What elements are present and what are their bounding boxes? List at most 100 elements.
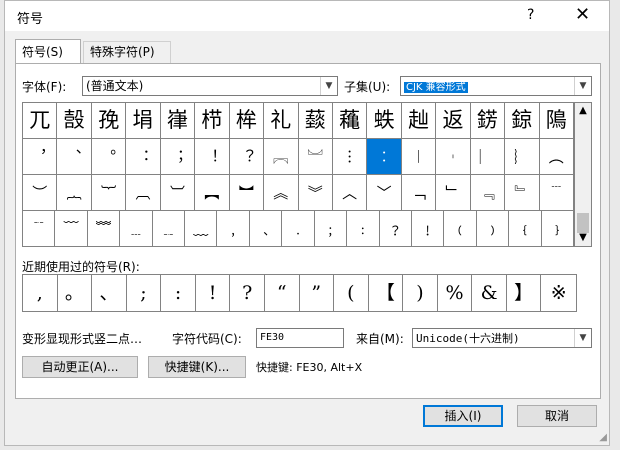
symbol-cell[interactable]: ﹀ <box>367 175 402 211</box>
from-select[interactable]: Unicode(十六进制) ▼ <box>412 328 592 348</box>
symbol-cell[interactable]: ﹖ <box>379 211 412 247</box>
symbol-cell[interactable]: ﹗ <box>411 211 445 247</box>
close-button[interactable]: ✕ <box>575 4 590 25</box>
tab-symbols[interactable]: 符号(S) <box>15 39 81 63</box>
symbol-cell[interactable]: 鍄 <box>505 103 540 139</box>
symbol-cell[interactable]: ﹐ <box>217 211 250 247</box>
symbol-cell[interactable]: ︕ <box>195 139 230 175</box>
symbol-cell[interactable]: ︴ <box>505 139 540 175</box>
symbol-cell[interactable]: 桙 <box>229 103 265 139</box>
symbol-cell[interactable]: ﹒ <box>282 211 315 247</box>
recent-symbol-cell[interactable]: ) <box>403 275 438 311</box>
cancel-button[interactable]: 取消 <box>517 405 597 427</box>
symbol-cell[interactable]: ︐ <box>23 139 58 175</box>
symbol-cell[interactable]: ︾ <box>298 175 333 211</box>
symbol-cell[interactable]: ﹃ <box>470 175 506 211</box>
symbol-cell[interactable]: ﹌ <box>87 211 121 247</box>
recent-symbol-cell[interactable]: “ <box>265 275 300 311</box>
symbol-cell[interactable]: ︷ <box>57 175 92 211</box>
shortcut-key-button[interactable]: 快捷键(K)... <box>148 356 246 378</box>
symbol-cell[interactable]: ﹉ <box>539 175 574 211</box>
recent-symbol-cell[interactable]: 】 <box>507 275 542 311</box>
symbol-cell[interactable]: ﹜ <box>541 211 574 247</box>
insert-button[interactable]: 插入(I) <box>423 405 503 427</box>
symbol-cell[interactable]: 栉 <box>195 103 230 139</box>
recent-symbol-cell[interactable]: 【 <box>369 275 404 311</box>
symbol-cell[interactable]: ﹛ <box>509 211 542 247</box>
tab-special-characters[interactable]: 特殊字符(P) <box>83 41 171 63</box>
symbol-cell[interactable]: 錺 <box>470 103 506 139</box>
scroll-up-icon[interactable]: ▲ <box>575 103 591 119</box>
symbol-cell[interactable]: ︒ <box>91 139 127 175</box>
symbol-cell[interactable]: 返 <box>436 103 471 139</box>
recent-symbol-cell[interactable]: ( <box>334 275 369 311</box>
symbol-cell[interactable]: 蛈 <box>367 103 402 139</box>
autocorrect-button[interactable]: 自动更正(A)... <box>22 356 138 378</box>
help-button[interactable]: ? <box>527 7 534 23</box>
recent-symbol-cell[interactable]: ! <box>196 275 231 311</box>
symbol-cell[interactable]: ︙ <box>332 139 368 175</box>
recent-symbol-cell[interactable]: & <box>472 275 507 311</box>
symbol-cell[interactable]: ︰ <box>367 139 402 175</box>
symbol-cell[interactable]: ﹋ <box>55 211 88 247</box>
symbol-cell[interactable]: ︵ <box>539 139 574 175</box>
symbol-cell[interactable]: ︑ <box>57 139 92 175</box>
symbol-cell[interactable]: ︘ <box>298 139 333 175</box>
symbol-cell[interactable]: ﹂ <box>436 175 471 211</box>
subset-select[interactable]: CJK 兼容形式 ▼ <box>400 76 592 96</box>
symbol-cell[interactable]: ︹ <box>126 175 161 211</box>
symbol-cell[interactable]: ﹕ <box>347 211 380 247</box>
recent-symbol-cell[interactable]: : <box>161 275 196 311</box>
recent-symbol-cell[interactable]: 、 <box>92 275 127 311</box>
recent-symbol-cell[interactable]: , <box>23 275 58 311</box>
symbol-cell[interactable]: 兀 <box>23 103 58 139</box>
font-select[interactable]: (普通文本) ▼ <box>82 76 338 96</box>
symbol-cell[interactable]: 㝃 <box>91 103 127 139</box>
symbol-cell[interactable]: ﹔ <box>314 211 348 247</box>
symbol-cell[interactable]: ︺ <box>160 175 196 211</box>
recent-symbols: ,。、;:!? “”(【)% &】 ※ <box>22 274 577 312</box>
symbol-cell[interactable]: 礼 <box>264 103 299 139</box>
symbol-cell[interactable]: ︲ <box>436 139 471 175</box>
symbol-cell[interactable]: ︿ <box>332 175 368 211</box>
symbol-cell[interactable]: ︳ <box>470 139 506 175</box>
symbol-cell[interactable]: 嗀 <box>57 103 92 139</box>
symbol-cell[interactable]: ︱ <box>401 139 437 175</box>
symbol-cell[interactable]: 赸 <box>401 103 437 139</box>
symbol-cell[interactable]: 䕭 <box>298 103 333 139</box>
symbol-cell[interactable]: ︼ <box>229 175 265 211</box>
symbol-grid-scrollbar[interactable]: ▲ ▼ <box>575 102 592 247</box>
symbol-cell[interactable]: ︖ <box>229 139 265 175</box>
symbol-cell[interactable]: ﹍ <box>120 211 153 247</box>
symbol-cell[interactable]: ﹏ <box>185 211 218 247</box>
symbol-cell[interactable]: ︸ <box>91 175 127 211</box>
recent-symbol-cell[interactable]: % <box>438 275 473 311</box>
recent-symbol-cell[interactable]: 。 <box>58 275 93 311</box>
character-code-label: 字符代码(C): <box>172 332 242 346</box>
symbol-cell[interactable]: ﹄ <box>505 175 540 211</box>
symbol-cell[interactable]: 嵂 <box>160 103 196 139</box>
symbol-cell[interactable]: ︽ <box>264 175 299 211</box>
resize-grip-icon[interactable]: ◢ <box>599 432 607 443</box>
recent-symbol-cell[interactable]: ; <box>127 275 162 311</box>
symbol-cell[interactable]: ︓ <box>126 139 161 175</box>
recent-symbol-cell[interactable]: ” <box>300 275 335 311</box>
symbol-cell[interactable]: 蘒 <box>332 103 368 139</box>
symbol-cell[interactable]: ︗ <box>264 139 299 175</box>
symbol-cell[interactable]: ﹑ <box>249 211 283 247</box>
symbol-cell[interactable]: ﹁ <box>401 175 437 211</box>
symbol-cell[interactable]: ︶ <box>23 175 58 211</box>
symbol-cell[interactable]: ﹚ <box>476 211 510 247</box>
scroll-down-icon[interactable]: ▼ <box>575 230 591 246</box>
symbol-cell[interactable]: ﹊ <box>23 211 56 247</box>
recent-symbol-cell[interactable]: ※ <box>541 275 576 311</box>
symbol-cell[interactable]: 埍 <box>126 103 161 139</box>
symbol-cell[interactable]: 隝 <box>539 103 574 139</box>
recent-symbol-cell[interactable]: ? <box>230 275 265 311</box>
symbol-cell[interactable]: ︻ <box>195 175 230 211</box>
symbol-cell[interactable]: ﹎ <box>152 211 186 247</box>
symbol-cell[interactable]: ︔ <box>160 139 196 175</box>
character-code-input[interactable]: FE30 <box>256 328 344 348</box>
chevron-down-icon: ▼ <box>320 77 337 95</box>
symbol-cell[interactable]: ﹙ <box>444 211 477 247</box>
